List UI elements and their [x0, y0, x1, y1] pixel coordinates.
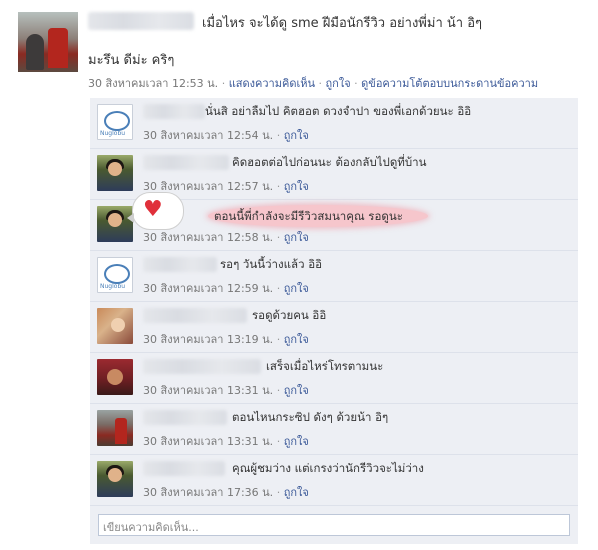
comment-timestamp: 30 สิงหาคมเวลา 12:58 น. — [143, 231, 274, 244]
comment-like-link[interactable]: ถูกใจ — [284, 180, 309, 193]
comment-text: รอดูด้วยคน อิอิ — [252, 308, 327, 322]
comment-text: คิดฮอตต่อไปก่อนนะ ต้องกลับไปดูที่บ้าน — [232, 155, 427, 169]
comments-list: Nuglobu นั่นสิ อย่าลืมไป คิตฮอต ดวงจำปา … — [90, 98, 578, 544]
comment-item: Nuglobu รอๆ วันนี้ว่างแล้ว อิอิ 30 สิงหา… — [90, 251, 578, 302]
comment-like-link[interactable]: ถูกใจ — [284, 333, 309, 346]
heart-speech-bubble: ♥ — [127, 192, 184, 230]
avatar-face — [108, 468, 122, 482]
post-meta: 30 สิงหาคมเวลา 12:53 น. · แสดงความคิดเห็… — [88, 74, 538, 92]
separator: · — [276, 384, 281, 397]
commenter-avatar[interactable] — [97, 206, 133, 242]
avatar-face — [108, 162, 122, 176]
commenter-name-blurred[interactable] — [143, 308, 247, 323]
comment-timestamp: 30 สิงหาคมเวลา 12:59 น. — [143, 282, 274, 295]
commenter-avatar[interactable]: Nuglobu — [97, 257, 133, 293]
post-text-line2: มะรึน ดีม่ะ คริๆ — [88, 53, 175, 68]
comment-text: นั่นสิ อย่าลืมไป คิตฮอต ดวงจำปา ของพี่เอ… — [205, 104, 472, 118]
separator: · — [276, 486, 281, 499]
separator: · — [276, 333, 281, 346]
commenter-avatar[interactable] — [97, 410, 133, 446]
commenter-name-blurred[interactable] — [143, 104, 205, 119]
separator: · — [276, 129, 281, 142]
heart-icon: ♥ — [143, 197, 163, 222]
comment-timestamp: 30 สิงหาคมเวลา 13:31 น. — [143, 384, 274, 397]
avatar-person — [26, 34, 44, 70]
comment-item: ตอนไหนกระซิป ดังๆ ด้วยน้า อิๆ 30 สิงหาคม… — [90, 404, 578, 455]
post-author-avatar[interactable] — [18, 12, 78, 72]
commenter-avatar[interactable] — [97, 461, 133, 497]
bubble-tail — [127, 213, 134, 223]
avatar-label: Nuglobu — [100, 130, 126, 137]
commenter-name-blurred[interactable] — [143, 257, 217, 272]
avatar-face — [111, 318, 125, 332]
comment-item: เสร็จเมื่อไหร่โทรตามนะ 30 สิงหาคมเวลา 13… — [90, 353, 578, 404]
avatar-face — [107, 369, 123, 385]
comment-text: ตอนไหนกระซิป ดังๆ ด้วยน้า อิๆ — [232, 410, 389, 424]
commenter-avatar[interactable]: Nuglobu — [97, 104, 133, 140]
comment-meta: 30 สิงหาคมเวลา 13:19 น. · ถูกใจ — [143, 330, 309, 348]
separator: · — [276, 282, 281, 295]
avatar-mailbox — [48, 28, 68, 68]
drawing-face — [104, 264, 130, 284]
separator: · — [276, 180, 281, 193]
post-text-line1: เมื่อไหร จะได้ดู sme ฝีมือนักรีวิว อย่าง… — [202, 16, 482, 31]
comment-like-link[interactable]: ถูกใจ — [284, 129, 309, 142]
comment-timestamp: 30 สิงหาคมเวลา 12:54 น. — [143, 129, 274, 142]
comment-meta: 30 สิงหาคมเวลา 12:54 น. · ถูกใจ — [143, 126, 309, 144]
comment-timestamp: 30 สิงหาคมเวลา 13:31 น. — [143, 435, 274, 448]
comment-like-link[interactable]: ถูกใจ — [284, 231, 309, 244]
comment-meta: 30 สิงหาคมเวลา 17:36 น. · ถูกใจ — [143, 483, 309, 501]
comment-item: คุณผู้ชมว่าง แต่เกรงว่านักรีวิวจะไม่ว่าง… — [90, 455, 578, 506]
post-timestamp[interactable]: 30 สิงหาคมเวลา 12:53 น. — [88, 77, 218, 90]
comment-meta: 30 สิงหาคมเวลา 13:31 น. · ถูกใจ — [143, 381, 309, 399]
commenter-avatar[interactable] — [97, 359, 133, 395]
commenter-name-blurred[interactable] — [143, 410, 227, 425]
comment-like-link[interactable]: ถูกใจ — [284, 384, 309, 397]
commenter-avatar[interactable] — [97, 155, 133, 191]
write-comment-input[interactable]: เขียนความคิดเห็น... — [98, 514, 570, 536]
like-link[interactable]: ถูกใจ — [326, 77, 351, 90]
drawing-face — [104, 111, 130, 131]
separator: · — [276, 231, 281, 244]
comment-text-highlighted: ตอนนี้พี่กำลังจะมีรีวิวสมนาคุณ รอดูนะ — [214, 209, 403, 223]
comment-meta: 30 สิงหาคมเวลา 13:31 น. · ถูกใจ — [143, 432, 309, 450]
comment-timestamp: 30 สิงหาคมเวลา 17:36 น. — [143, 486, 274, 499]
comment-like-link[interactable]: ถูกใจ — [284, 282, 309, 295]
comment-meta: 30 สิงหาคมเวลา 12:58 น. · ถูกใจ — [143, 228, 309, 246]
see-wall-to-wall-link[interactable]: ดูข้อความโต้ตอบบนกระดานข้อความ — [361, 77, 538, 90]
comment-text: คุณผู้ชมว่าง แต่เกรงว่านักรีวิวจะไม่ว่าง — [232, 461, 424, 475]
comment-like-link[interactable]: ถูกใจ — [284, 435, 309, 448]
comment-like-link[interactable]: ถูกใจ — [284, 486, 309, 499]
commenter-name-blurred[interactable] — [143, 155, 229, 170]
avatar-face — [108, 213, 122, 227]
commenter-avatar[interactable] — [97, 308, 133, 344]
comment-text: เสร็จเมื่อไหร่โทรตามนะ — [266, 359, 384, 373]
separator: · — [318, 77, 323, 90]
avatar-label: Nuglobu — [100, 283, 126, 290]
separator: · — [221, 77, 226, 90]
commenter-name-blurred[interactable] — [143, 359, 261, 374]
comment-text: รอๆ วันนี้ว่างแล้ว อิอิ — [220, 257, 323, 271]
commenter-name-blurred[interactable] — [143, 461, 225, 476]
show-comments-link[interactable]: แสดงความคิดเห็น — [229, 77, 315, 90]
comment-item: รอดูด้วยคน อิอิ 30 สิงหาคมเวลา 13:19 น. … — [90, 302, 578, 353]
comment-timestamp: 30 สิงหาคมเวลา 13:19 น. — [143, 333, 274, 346]
comment-item: Nuglobu นั่นสิ อย่าลืมไป คิตฮอต ดวงจำปา … — [90, 98, 578, 149]
comment-meta: 30 สิงหาคมเวลา 12:59 น. · ถูกใจ — [143, 279, 309, 297]
post-author-name-blurred[interactable] — [88, 12, 194, 30]
separator: · — [276, 435, 281, 448]
avatar-mailbox — [115, 418, 127, 444]
separator: · — [354, 77, 358, 90]
